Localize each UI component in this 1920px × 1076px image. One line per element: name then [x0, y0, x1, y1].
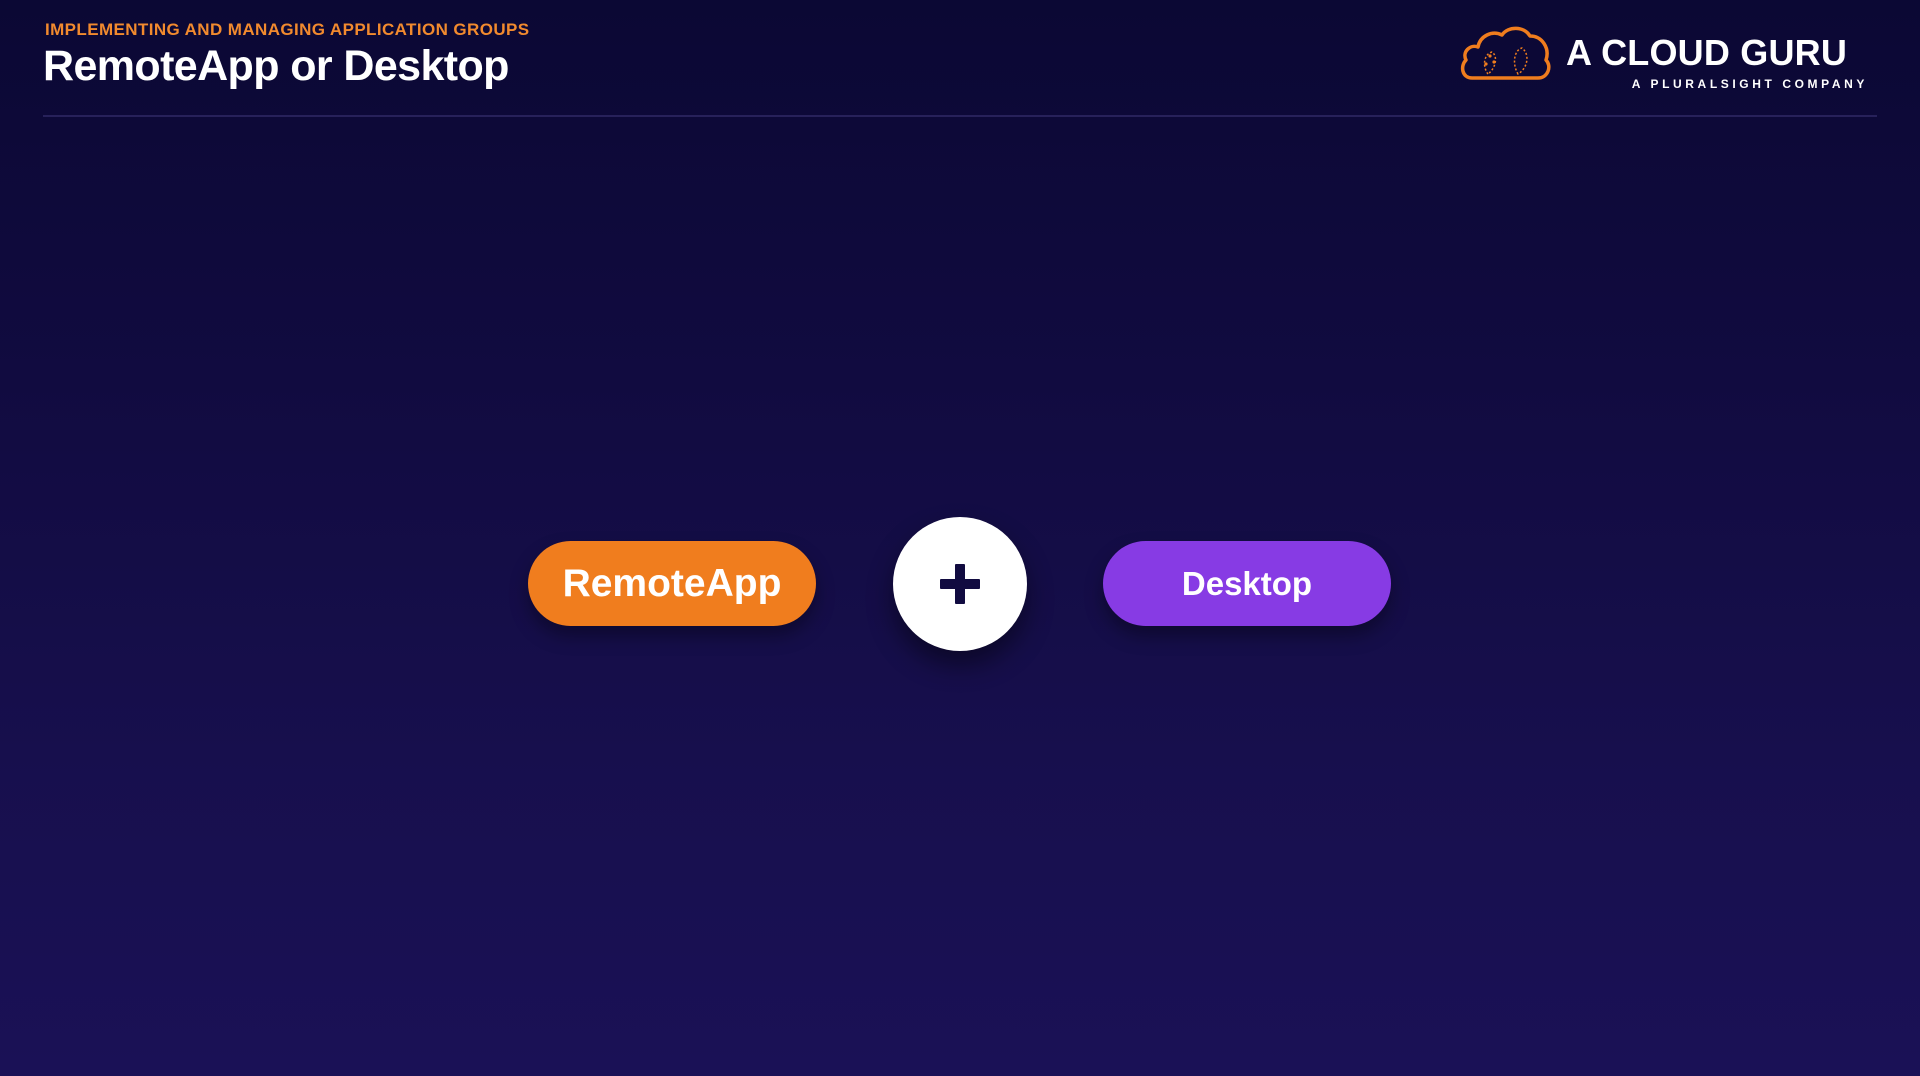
brand-name: A CLOUD GURU [1566, 32, 1848, 73]
remoteapp-pill: RemoteApp [528, 541, 816, 626]
remoteapp-label: RemoteApp [562, 561, 782, 605]
plus-operator [893, 517, 1027, 651]
section-kicker: IMPLEMENTING AND MANAGING APPLICATION GR… [45, 20, 530, 39]
header-divider [43, 115, 1877, 117]
slide-header: IMPLEMENTING AND MANAGING APPLICATION GR… [0, 0, 1920, 117]
brand-tagline: A PLURALSIGHT COMPANY [1631, 77, 1868, 91]
page-title: RemoteApp or Desktop [43, 42, 509, 90]
desktop-pill: Desktop [1103, 541, 1391, 626]
desktop-label: Desktop [1181, 564, 1313, 602]
plus-icon [940, 564, 980, 604]
brand-logo: A CLOUD GURU A PLURALSIGHT COMPANY [1458, 20, 1868, 96]
cloud-logo-icon [1460, 26, 1551, 80]
